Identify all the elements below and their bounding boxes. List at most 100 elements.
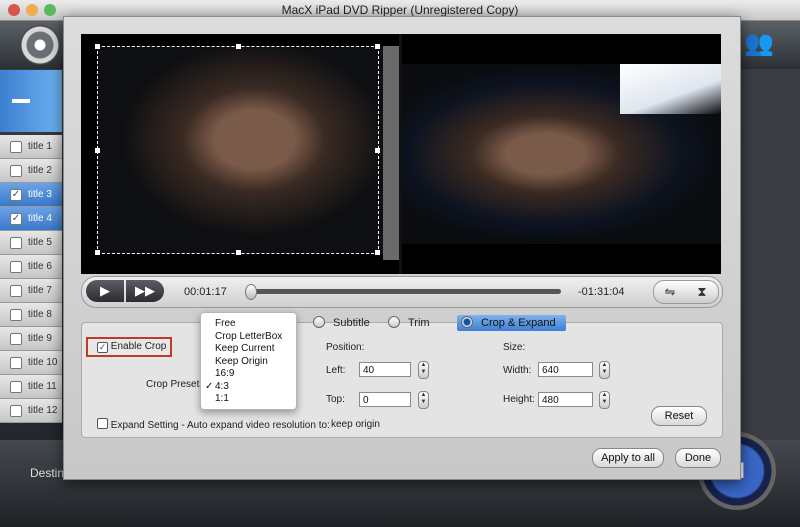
top-label: Top: — [326, 394, 345, 405]
expand-setting-label: Expand Setting - Auto expand video resol… — [110, 420, 330, 431]
fast-forward-button[interactable]: ▶▶ — [126, 280, 164, 302]
expand-value[interactable]: keep origin — [331, 419, 380, 430]
seek-knob[interactable] — [244, 284, 257, 300]
flip-horizontal-icon: ⇋ — [664, 284, 676, 299]
title-list-item[interactable]: ✓ title 4 — [0, 207, 62, 231]
preset-menu-item[interactable]: Keep Origin — [215, 356, 268, 368]
checkbox-icon[interactable] — [10, 405, 22, 417]
minimize-window-button[interactable] — [26, 4, 38, 16]
preset-menu-item[interactable]: Free — [215, 318, 236, 330]
title-label: title 7 — [28, 285, 52, 296]
crop-rectangle[interactable] — [95, 44, 380, 255]
checkbox-icon[interactable] — [10, 381, 22, 393]
left-stepper[interactable]: ▲ ▼ — [418, 361, 429, 379]
flip-vertical-icon: ⧗ — [697, 284, 707, 299]
original-video-margin — [383, 46, 399, 260]
crop-handle[interactable] — [236, 250, 241, 255]
preset-menu-item[interactable]: 4:3 — [215, 381, 229, 393]
width-label: Width: — [503, 365, 532, 376]
radio-icon — [388, 316, 400, 328]
output-preview-light — [620, 64, 721, 114]
title-label: title 9 — [28, 333, 52, 344]
play-icon: ▶ — [100, 283, 110, 298]
preset-menu-item[interactable]: 16:9 — [215, 368, 234, 380]
radio-selected-icon — [461, 316, 473, 328]
source-thumbnail[interactable] — [0, 70, 62, 132]
fast-forward-icon: ▶▶ — [135, 283, 155, 298]
preset-menu-item[interactable]: 1:1 — [215, 393, 229, 405]
title-label: title 2 — [28, 165, 52, 176]
crop-handle[interactable] — [95, 44, 100, 49]
width-stepper[interactable]: ▲ ▼ — [599, 361, 610, 379]
checkmark-icon: ✓ — [205, 380, 214, 392]
title-label: title 3 — [28, 189, 52, 200]
title-list-item[interactable]: title 5 — [0, 231, 62, 255]
left-field[interactable]: 40 — [359, 362, 411, 377]
crop-handle[interactable] — [95, 250, 100, 255]
top-field[interactable]: 0 — [359, 392, 411, 407]
checkbox-icon[interactable] — [10, 261, 22, 273]
height-label: Height: — [503, 394, 535, 405]
checkbox-checked-icon[interactable]: ✓ — [10, 189, 22, 201]
checkbox-checked-icon: ✓ — [97, 342, 108, 353]
enable-crop-checkbox[interactable]: ✓ Enable Crop — [97, 341, 166, 353]
title-list-item[interactable]: title 6 — [0, 255, 62, 279]
checkbox-icon[interactable] — [10, 309, 22, 321]
reset-button[interactable]: Reset — [651, 406, 707, 426]
dvd-logo-icon[interactable] — [20, 25, 60, 65]
crop-presets-label: Crop Presets — [146, 379, 205, 390]
checkbox-checked-icon[interactable]: ✓ — [10, 213, 22, 225]
zoom-window-button[interactable] — [44, 4, 56, 16]
title-list-item[interactable]: title 10 — [0, 351, 62, 375]
title-list-item[interactable]: title 2 — [0, 159, 62, 183]
close-window-button[interactable] — [8, 4, 20, 16]
height-stepper[interactable]: ▲ ▼ — [599, 391, 610, 409]
right-panel — [738, 69, 800, 449]
checkbox-icon[interactable] — [10, 333, 22, 345]
checkbox-icon[interactable] — [10, 165, 22, 177]
checkbox-icon — [97, 418, 108, 429]
crop-handle[interactable] — [375, 148, 380, 153]
title-list-item[interactable]: ✓ title 3 — [0, 183, 62, 207]
title-list-item[interactable]: title 8 — [0, 303, 62, 327]
tab-subtitle-label: Subtitle — [333, 317, 370, 329]
title-list-item[interactable]: title 9 — [0, 327, 62, 351]
height-field[interactable]: 480 — [538, 392, 593, 407]
title-list-item[interactable]: title 11 — [0, 375, 62, 399]
checkbox-icon[interactable] — [10, 285, 22, 297]
crop-handle[interactable] — [236, 44, 241, 49]
crop-handle[interactable] — [95, 148, 100, 153]
apply-to-all-button[interactable]: Apply to all — [592, 448, 664, 468]
preset-menu-item[interactable]: Keep Current — [215, 343, 274, 355]
title-label: title 6 — [28, 261, 52, 272]
title-list-item[interactable]: title 12 — [0, 399, 62, 423]
checkbox-icon[interactable] — [10, 141, 22, 153]
tab-crop-expand[interactable]: Crop & Expand — [457, 315, 566, 331]
title-label: title 11 — [28, 381, 57, 392]
users-icon[interactable]: 👥 — [742, 30, 776, 58]
checkbox-icon[interactable] — [10, 237, 22, 249]
flip-horizontal-button[interactable]: ⇋ — [656, 283, 684, 301]
title-label: title 8 — [28, 309, 52, 320]
tab-crop-label: Crop & Expand — [481, 317, 556, 329]
title-list-item[interactable]: title 1 — [0, 135, 62, 159]
crop-presets-menu: Free Crop LetterBox Keep Current Keep Origi… — [200, 312, 297, 410]
flip-vertical-button[interactable]: ⧗ — [688, 283, 716, 301]
remaining-time: -01:31:04 — [578, 286, 625, 298]
crop-handle[interactable] — [375, 250, 380, 255]
preset-menu-item[interactable]: Crop LetterBox — [215, 331, 282, 343]
position-label: Position: — [326, 342, 365, 353]
tab-subtitle[interactable]: Subtitle — [313, 315, 370, 331]
done-button[interactable]: Done — [675, 448, 721, 468]
expand-setting-checkbox[interactable]: Expand Setting - Auto expand video resol… — [97, 418, 330, 431]
play-button[interactable]: ▶ — [86, 280, 124, 302]
crop-handle[interactable] — [375, 44, 380, 49]
width-field[interactable]: 640 — [538, 362, 593, 377]
seek-slider[interactable] — [245, 289, 561, 294]
top-stepper[interactable]: ▲ ▼ — [418, 391, 429, 409]
tab-trim[interactable]: Trim — [388, 315, 430, 331]
title-label: title 1 — [28, 141, 52, 152]
radio-icon — [313, 316, 325, 328]
title-list-item[interactable]: title 7 — [0, 279, 62, 303]
checkbox-icon[interactable] — [10, 357, 22, 369]
